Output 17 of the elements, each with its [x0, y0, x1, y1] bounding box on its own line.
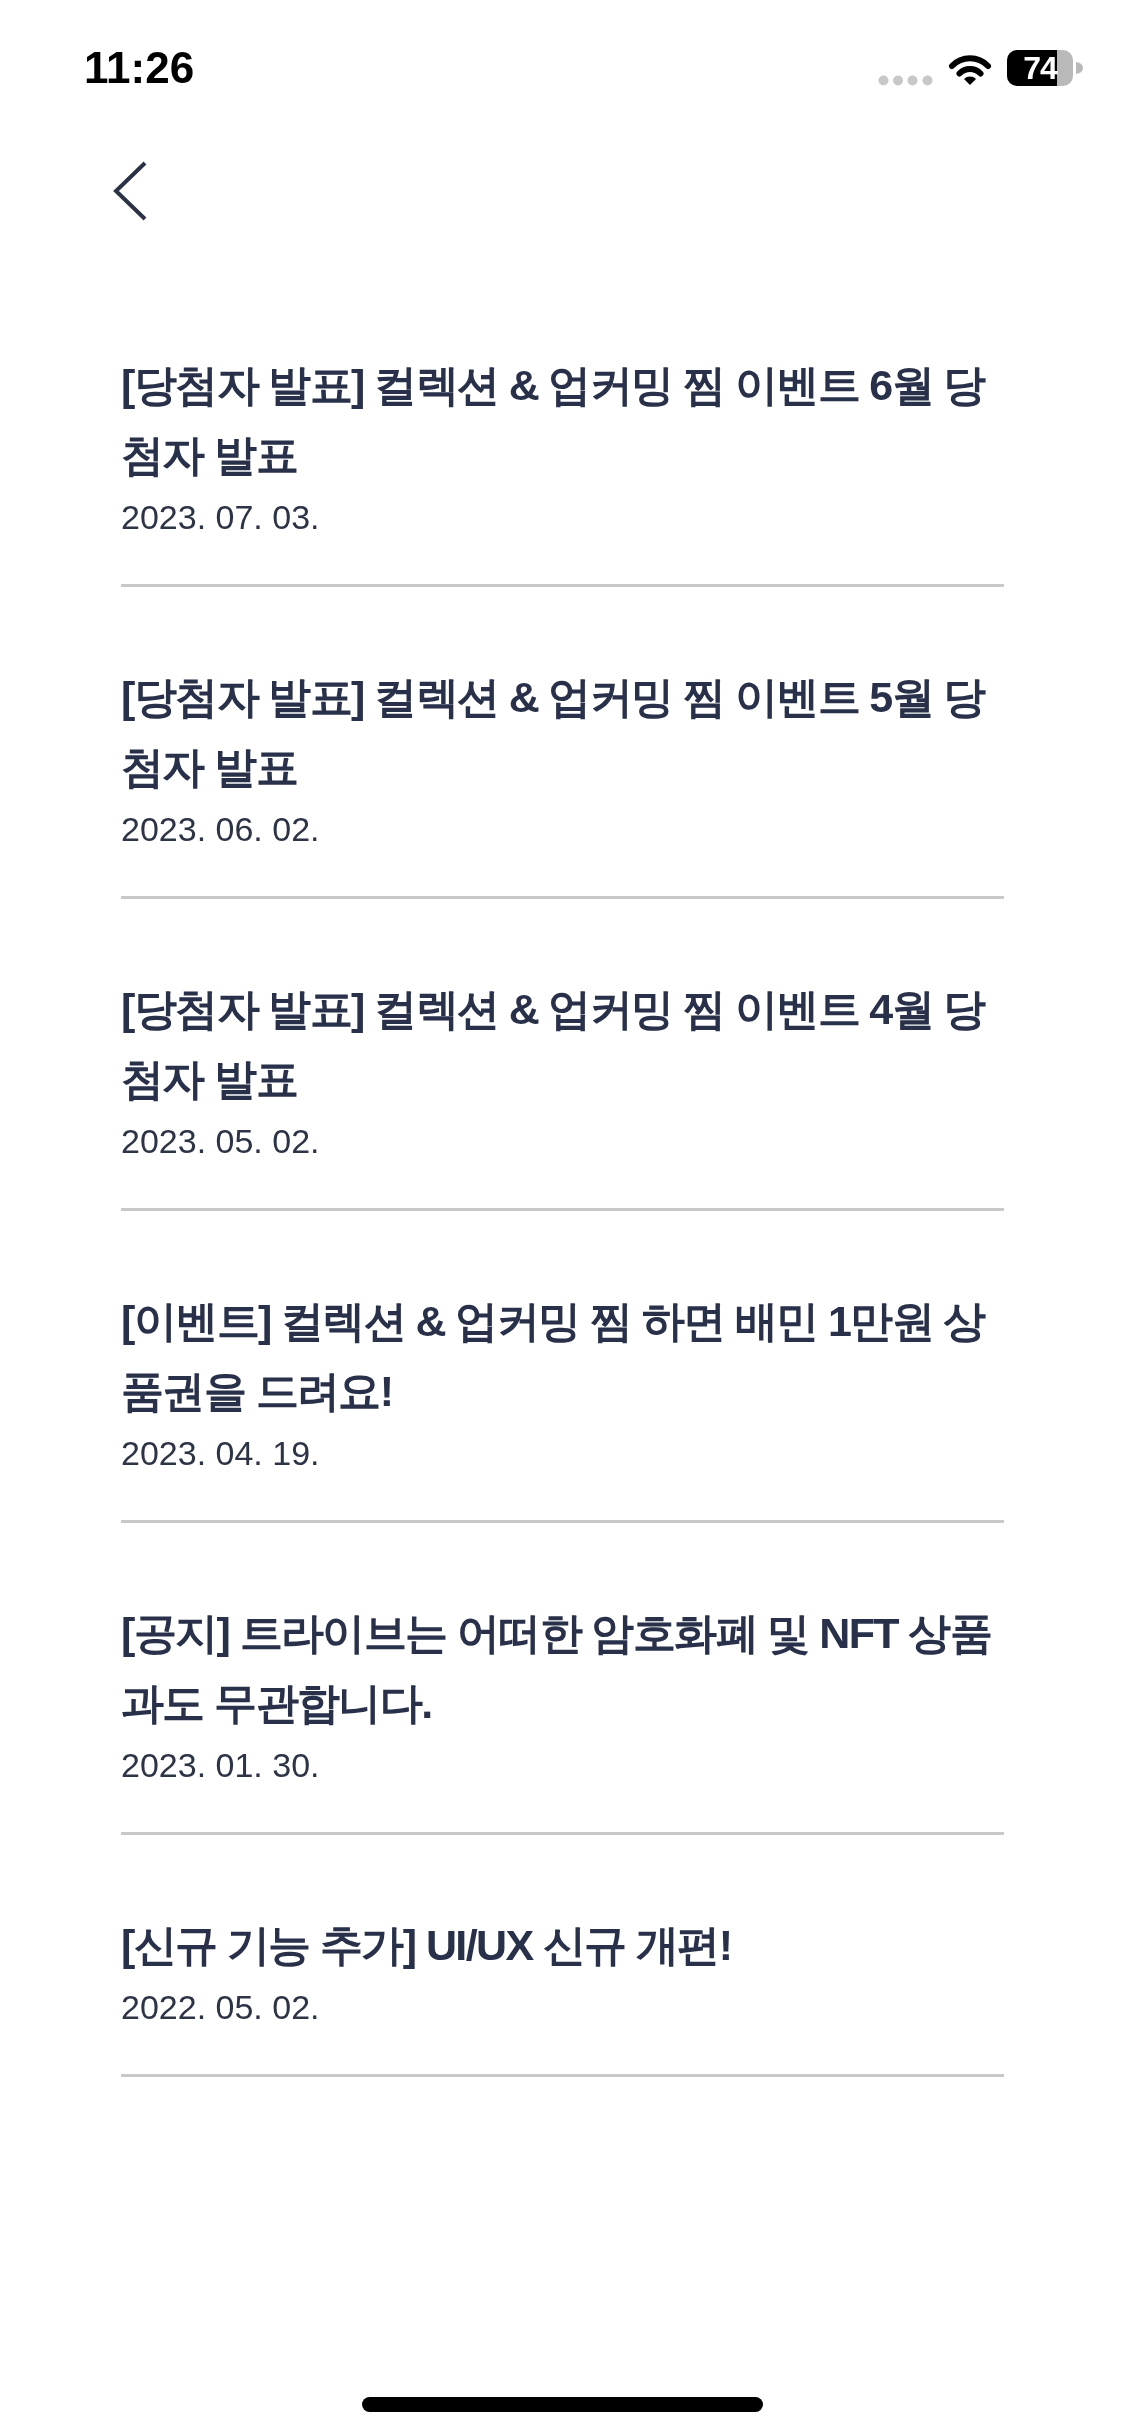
notice-title[interactable]: [당첨자 발표] 컬렉션 & 업커밍 찜 이벤트 4월 당첨자 발표 — [121, 974, 1004, 1114]
back-icon — [113, 161, 147, 221]
notice-date: 2023. 06. 02. — [121, 809, 320, 850]
notice-date: 2023. 05. 02. — [121, 1121, 320, 1162]
battery-icon — [1007, 50, 1083, 86]
notice-title[interactable]: [이벤트] 컬렉션 & 업커밍 찜 하면 배민 1만원 상품권을 드려요! — [121, 1286, 1004, 1426]
notice-title[interactable]: [당첨자 발표] 컬렉션 & 업커밍 찜 이벤트 6월 당첨자 발표 — [121, 350, 1004, 490]
status-time: 11:26 — [84, 43, 195, 93]
notice-title[interactable]: [신규 기능 추가] UI/UX 신규 개편! — [121, 1910, 1004, 1980]
battery-percentage: 74 — [1023, 55, 1057, 81]
notice-date: 2023. 07. 03. — [121, 497, 320, 538]
notice-date: 2022. 05. 02. — [121, 1987, 320, 2028]
notice-date: 2023. 01. 30. — [121, 1745, 320, 1786]
signal-icon — [878, 74, 933, 86]
notice-title[interactable]: [당첨자 발표] 컬렉션 & 업커밍 찜 이벤트 5월 당첨자 발표 — [121, 662, 1004, 802]
notice-date: 2023. 04. 19. — [121, 1433, 320, 1474]
notice-title[interactable]: [공지] 트라이브는 어떠한 암호화폐 및 NFT 상품과도 무관합니다. — [121, 1598, 1004, 1738]
